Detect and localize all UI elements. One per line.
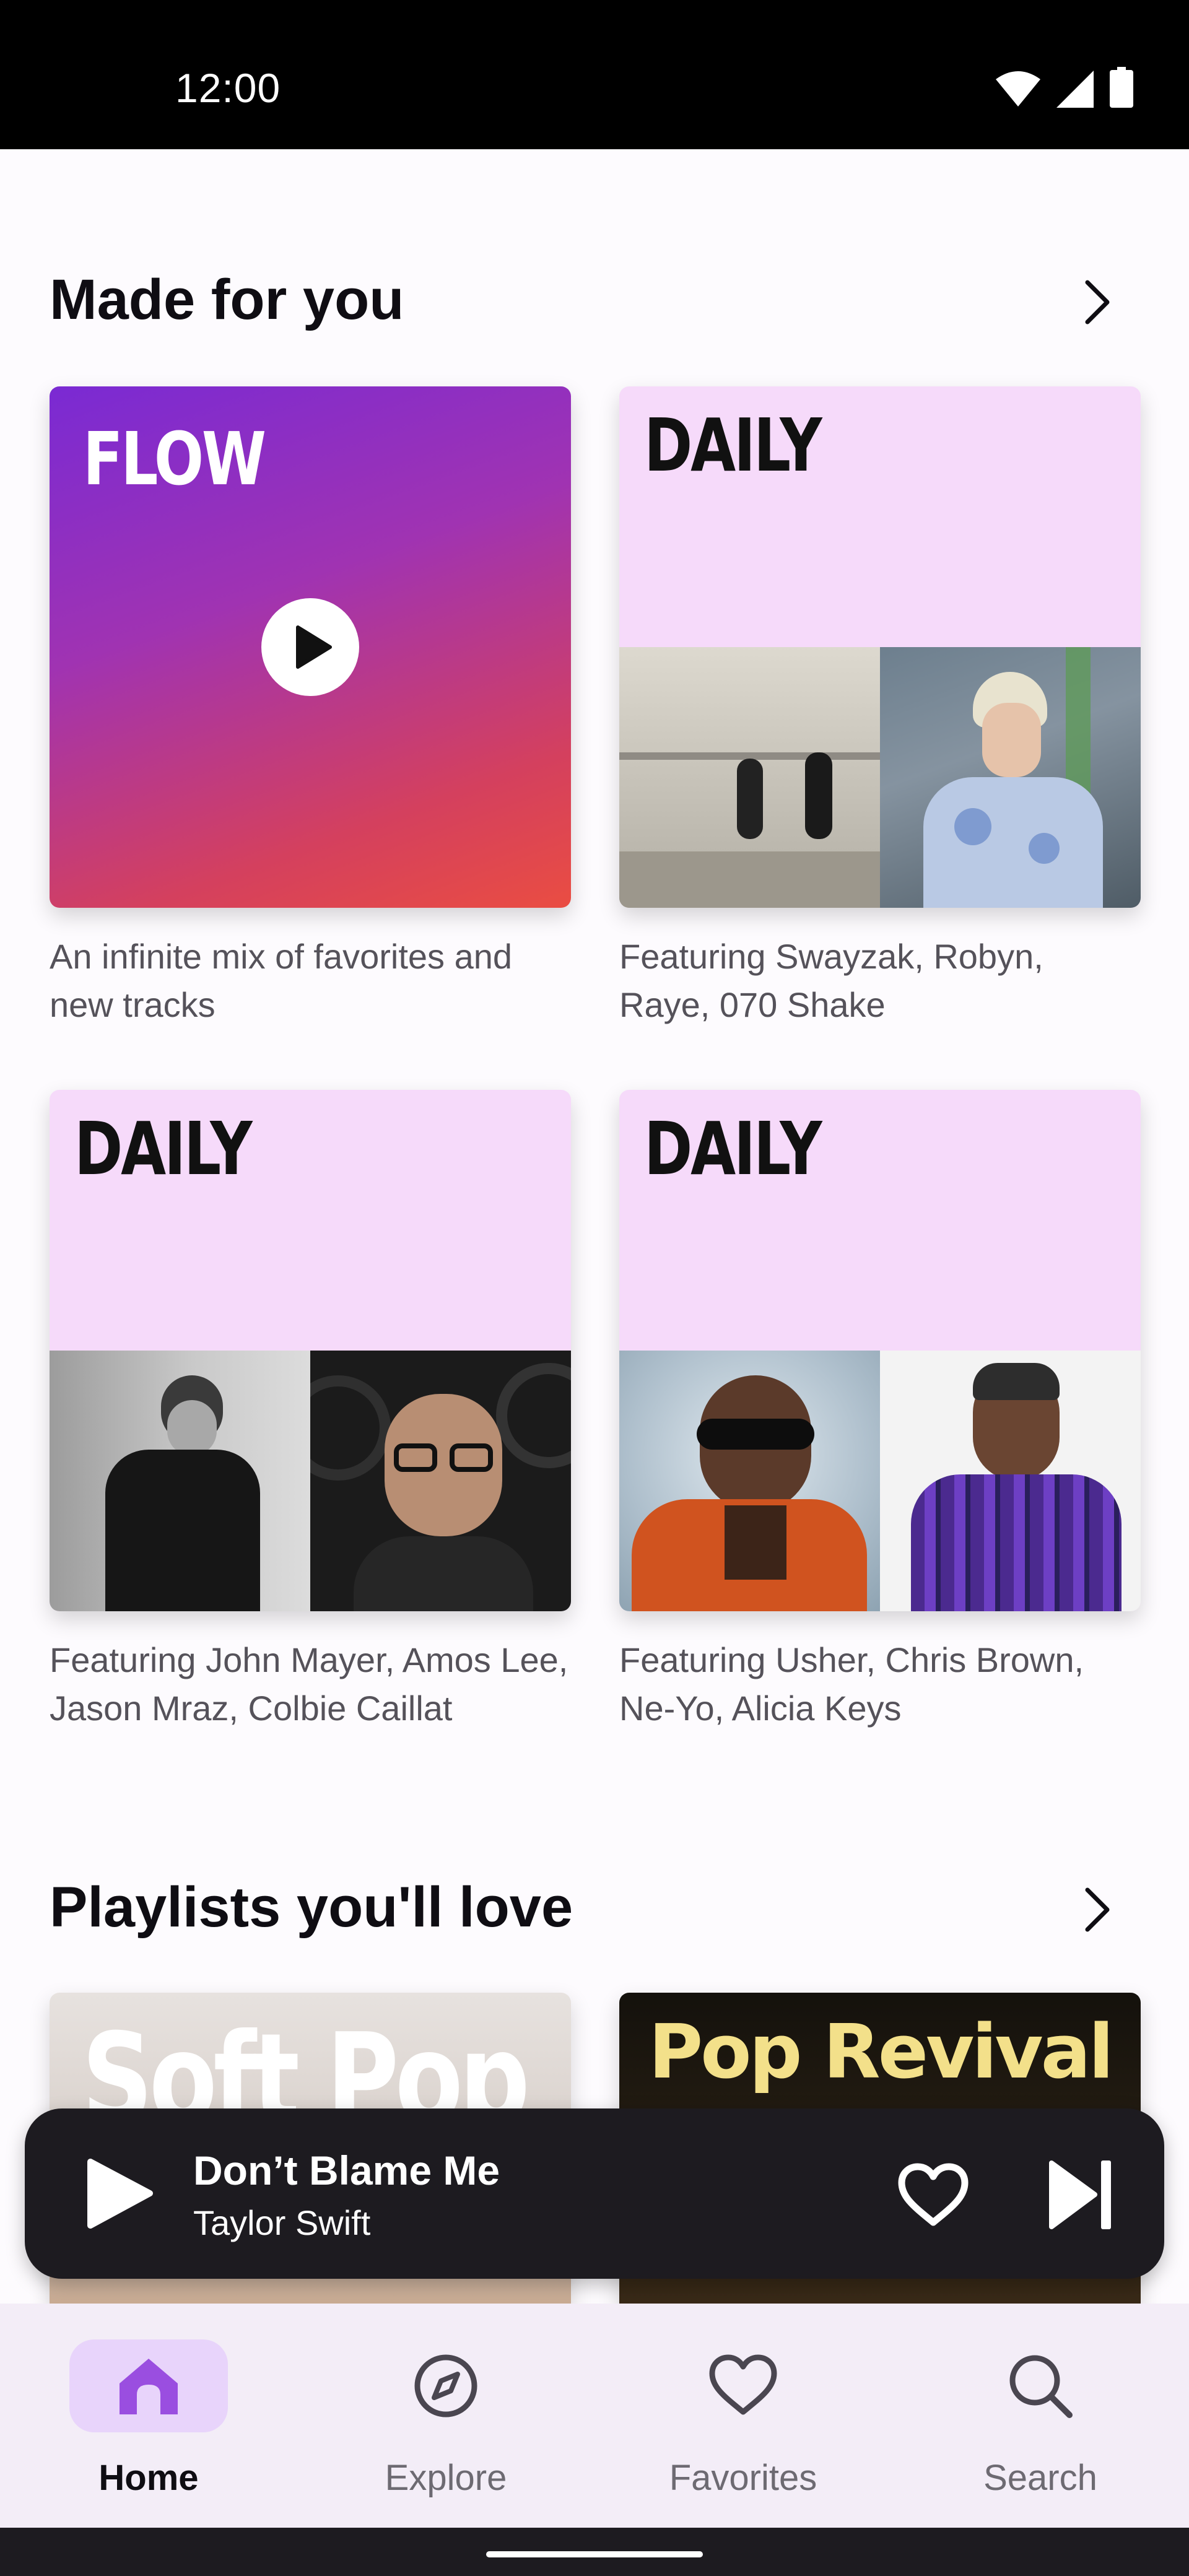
artist-photo-chris-brown (880, 1351, 1141, 1611)
nav-item-explore[interactable]: Explore (297, 2304, 594, 2528)
status-time: 12:00 (175, 65, 281, 111)
nav-label-home: Home (98, 2458, 199, 2498)
flow-card-label: FLOW (83, 416, 266, 502)
mini-player[interactable]: Don’t Blame Me Taylor Swift (25, 2108, 1164, 2279)
daily-card-label: DAILY (644, 1106, 822, 1191)
artist-photo-amos-lee (310, 1351, 571, 1611)
search-icon (1009, 2355, 1073, 2418)
nav-pill (367, 2339, 525, 2432)
artist-photo-usher (619, 1351, 880, 1611)
heart-icon[interactable] (897, 2163, 970, 2227)
nav-label-search: Search (983, 2458, 1097, 2498)
daily-mix-2-description: Featuring John Mayer, Amos Lee, Jason Mr… (50, 1640, 568, 1728)
playlist-card-label: Pop Revival (648, 2009, 1114, 2095)
bottom-navigation: Home Explore Favorites Search (0, 2304, 1189, 2528)
play-icon (296, 625, 332, 669)
made-for-you-title: Made for you (50, 268, 404, 331)
compass-icon (414, 2354, 477, 2417)
playlists-chevron-right-icon[interactable] (1071, 1885, 1121, 1934)
wifi-icon (996, 71, 1040, 107)
cellular-icon (1056, 71, 1094, 108)
skip-next-icon[interactable] (1047, 2159, 1115, 2230)
play-icon[interactable] (82, 2158, 156, 2229)
artist-photo-john-mayer (50, 1351, 310, 1611)
nav-label-favorites: Favorites (669, 2458, 817, 2498)
flow-card[interactable]: FLOW (50, 386, 571, 908)
battery-icon (1110, 67, 1133, 108)
daily-mix-photos (619, 1351, 1141, 1611)
nav-item-search[interactable]: Search (892, 2304, 1189, 2528)
now-playing-artist: Taylor Swift (193, 2203, 371, 2242)
status-icons (996, 67, 1133, 108)
home-icon (120, 2359, 178, 2414)
playlists-title: Playlists you'll love (50, 1876, 573, 1939)
daily-mix-card-1[interactable]: DAILY (619, 386, 1141, 908)
daily-mix-3-description: Featuring Usher, Chris Brown, Ne-Yo, Ali… (619, 1640, 1084, 1728)
daily-card-label: DAILY (644, 402, 822, 488)
daily-mix-card-2[interactable]: DAILY (50, 1090, 571, 1611)
made-for-you-chevron-right-icon[interactable] (1071, 277, 1121, 327)
daily-mix-1-description: Featuring Swayzak, Robyn, Raye, 070 Shak… (619, 937, 1043, 1024)
gesture-handle[interactable] (486, 2551, 703, 2557)
daily-mix-photos (619, 647, 1141, 908)
system-gesture-bar (0, 2528, 1189, 2576)
flow-play-button[interactable] (261, 598, 359, 696)
artist-photo-robyn (880, 647, 1141, 908)
nav-item-favorites[interactable]: Favorites (594, 2304, 892, 2528)
status-bar: 12:00 (0, 0, 1189, 149)
artist-photo-swayzak (619, 647, 880, 908)
daily-mix-photos (50, 1351, 571, 1611)
daily-card-label: DAILY (74, 1106, 253, 1191)
nav-item-home[interactable]: Home (0, 2304, 297, 2528)
nav-pill (961, 2339, 1120, 2432)
flow-card-description: An infinite mix of favorites and new tra… (50, 937, 513, 1024)
daily-mix-card-3[interactable]: DAILY (619, 1090, 1141, 1611)
heart-icon (709, 2354, 777, 2415)
nav-pill (664, 2339, 822, 2432)
app-screen: 12:00 Made for you FLOW An infinite mix … (0, 0, 1189, 2576)
now-playing-title: Don’t Blame Me (193, 2147, 500, 2193)
nav-label-explore: Explore (385, 2458, 507, 2498)
nav-active-indicator (69, 2339, 228, 2432)
